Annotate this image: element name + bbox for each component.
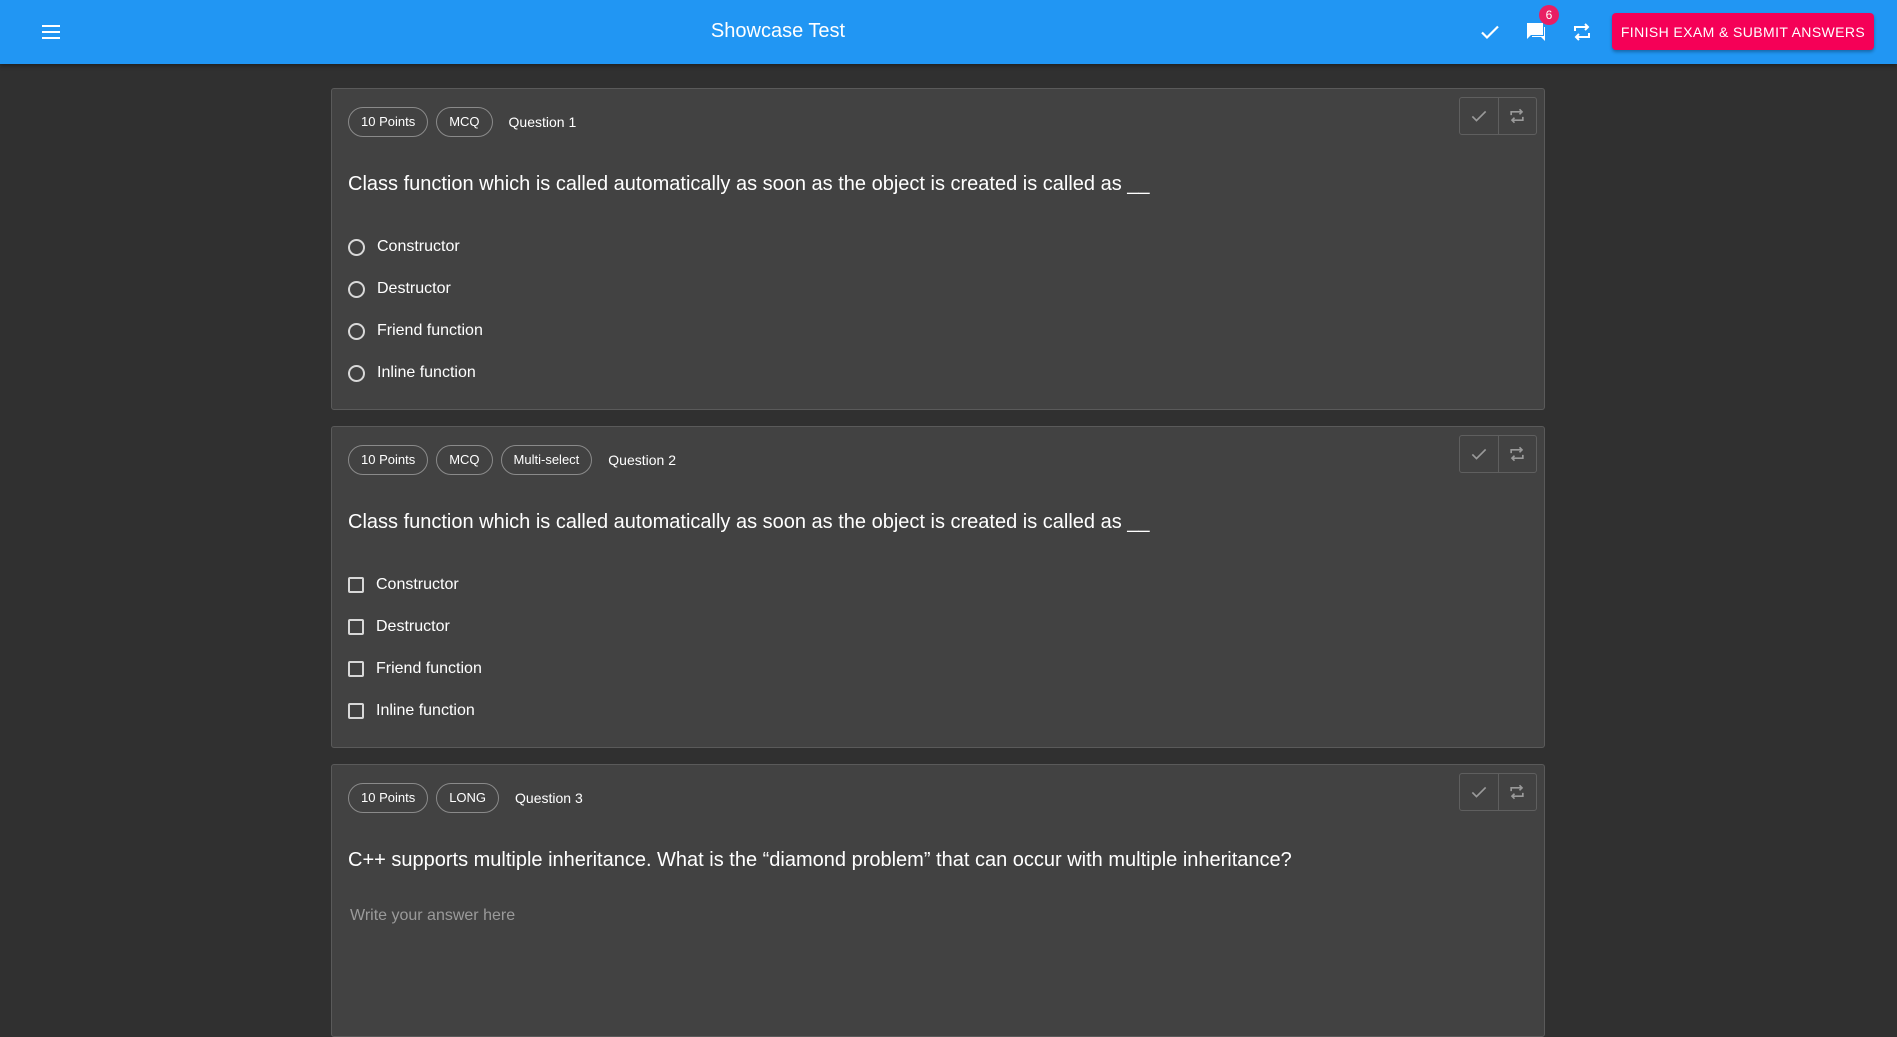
chip-row: 10 Points MCQ Question 1 (348, 105, 576, 139)
check-icon (1471, 110, 1487, 122)
multi-select-chip: Multi-select (500, 445, 593, 475)
repeat-icon (1510, 784, 1524, 800)
chip-row: 10 Points MCQ Multi-select Question 2 (348, 443, 676, 477)
question-label: Question 3 (515, 790, 583, 806)
mark-answered-button[interactable] (1460, 98, 1498, 134)
repeat-icon (1510, 108, 1524, 124)
option-label: Inline function (376, 702, 475, 719)
checkbox[interactable] (348, 703, 364, 719)
points-chip: 10 Points (348, 783, 429, 813)
question-text: C++ supports multiple inheritance. What … (348, 849, 1292, 871)
points-chip: 10 Points (348, 107, 429, 137)
option-destructor[interactable]: Destructor (348, 277, 451, 301)
question-label: Question 1 (508, 114, 577, 130)
repeat-icon[interactable] (1568, 18, 1596, 46)
app-bar: Showcase Test 6 FINISH EXAM & SUBMIT ANS… (0, 0, 1897, 64)
mark-answered-button[interactable] (1460, 436, 1498, 472)
check-icon[interactable] (1476, 18, 1504, 46)
option-label: Constructor (377, 238, 460, 255)
card-actions (1459, 97, 1537, 135)
option-label: Destructor (377, 280, 451, 297)
option-label: Friend function (376, 660, 482, 677)
option-destructor[interactable]: Destructor (348, 615, 450, 639)
mark-review-button[interactable] (1497, 774, 1537, 810)
question-card-1: 10 Points MCQ Question 1 Class function … (331, 88, 1545, 410)
repeat-icon (1510, 446, 1524, 462)
option-constructor[interactable]: Constructor (348, 235, 460, 259)
question-label: Question 2 (608, 452, 677, 468)
type-chip: LONG (436, 783, 500, 813)
mark-answered-button[interactable] (1460, 774, 1498, 810)
question-card-2: 10 Points MCQ Multi-select Question 2 Cl… (331, 426, 1545, 748)
answer-textarea[interactable] (348, 905, 1522, 1029)
finish-exam-button[interactable]: FINISH EXAM & SUBMIT ANSWERS (1612, 13, 1874, 50)
check-icon (1471, 448, 1487, 460)
radio-button[interactable] (348, 322, 365, 340)
mark-review-button[interactable] (1497, 436, 1537, 472)
option-label: Destructor (376, 618, 450, 635)
card-actions (1459, 435, 1537, 473)
question-text: Class function which is called automatic… (348, 173, 1150, 195)
question-card-3: 10 Points LONG Question 3 C++ supports m… (331, 764, 1545, 1037)
option-friend-function[interactable]: Friend function (348, 319, 483, 343)
option-label: Friend function (377, 322, 483, 339)
check-icon (1471, 786, 1487, 798)
checkbox[interactable] (348, 661, 364, 677)
checkbox[interactable] (348, 577, 364, 593)
option-inline-function[interactable]: Inline function (348, 361, 476, 385)
card-actions (1459, 773, 1537, 811)
option-constructor[interactable]: Constructor (348, 573, 459, 597)
question-text: Class function which is called automatic… (348, 511, 1150, 533)
radio-button[interactable] (348, 364, 365, 382)
radio-button[interactable] (348, 238, 365, 256)
page-title: Showcase Test (710, 20, 846, 42)
option-label: Constructor (376, 576, 459, 593)
radio-button[interactable] (348, 280, 365, 298)
type-chip: MCQ (436, 445, 493, 475)
chip-row: 10 Points LONG Question 3 (348, 781, 583, 815)
type-chip: MCQ (436, 107, 493, 137)
points-chip: 10 Points (348, 445, 429, 475)
mark-review-button[interactable] (1497, 98, 1537, 134)
option-label: Inline function (377, 364, 476, 381)
checkbox[interactable] (348, 619, 364, 635)
notification-badge: 6 (1539, 5, 1559, 25)
option-inline-function[interactable]: Inline function (348, 699, 475, 723)
option-friend-function[interactable]: Friend function (348, 657, 482, 681)
